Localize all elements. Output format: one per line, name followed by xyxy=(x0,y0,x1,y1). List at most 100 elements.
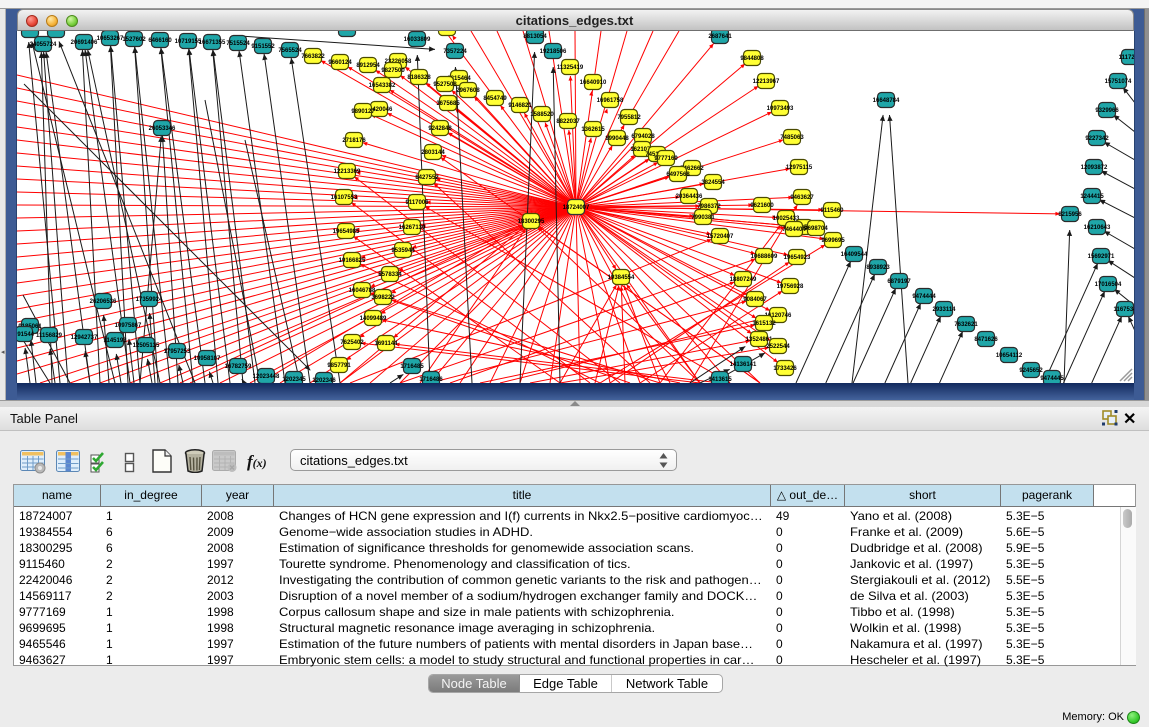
svg-text:6497568: 6497568 xyxy=(666,172,690,178)
svg-text:8938923: 8938923 xyxy=(866,265,890,271)
svg-text:8471626: 8471626 xyxy=(974,337,998,343)
svg-text:10958107: 10958107 xyxy=(194,356,221,362)
svg-text:9660124: 9660124 xyxy=(328,60,352,66)
svg-text:9151552: 9151552 xyxy=(251,44,275,50)
svg-text:14136141: 14136141 xyxy=(730,362,757,368)
svg-text:18807249: 18807249 xyxy=(730,277,757,283)
svg-text:18300295: 18300295 xyxy=(518,219,545,225)
svg-text:13524861: 13524861 xyxy=(746,337,773,343)
svg-text:11325419: 11325419 xyxy=(557,65,584,71)
svg-text:16543382: 16543382 xyxy=(369,83,396,89)
svg-text:8822037: 8822037 xyxy=(556,119,580,125)
svg-text:1145193: 1145193 xyxy=(103,338,127,344)
svg-text:7515524: 7515524 xyxy=(226,41,250,47)
svg-text:1244415: 1244415 xyxy=(1080,194,1104,200)
svg-text:12213967: 12213967 xyxy=(753,79,780,85)
svg-text:9857791: 9857791 xyxy=(327,363,351,369)
svg-text:7565524: 7565524 xyxy=(278,48,302,54)
svg-text:2718176: 2718176 xyxy=(342,138,366,144)
svg-text:6879197: 6879197 xyxy=(887,279,911,285)
svg-text:9146821: 9146821 xyxy=(508,103,532,109)
svg-text:17359924: 17359924 xyxy=(136,297,163,303)
svg-text:1716485: 1716485 xyxy=(400,364,424,370)
svg-text:9242848: 9242848 xyxy=(428,126,452,132)
svg-text:19654923: 19654923 xyxy=(784,255,811,261)
svg-text:19218506: 19218506 xyxy=(540,49,567,55)
svg-text:7663822: 7663822 xyxy=(301,54,325,60)
svg-text:16409544: 16409544 xyxy=(841,252,868,258)
svg-text:8454749: 8454749 xyxy=(483,96,507,102)
svg-text:1588520: 1588520 xyxy=(530,112,554,118)
svg-text:1362615: 1362615 xyxy=(581,127,605,133)
svg-text:9227342: 9227342 xyxy=(1085,136,1109,142)
svg-text:7485063: 7485063 xyxy=(780,135,804,141)
svg-text:15692971: 15692971 xyxy=(1088,254,1115,260)
svg-text:9329966: 9329966 xyxy=(1095,108,1119,114)
svg-text:12213369: 12213369 xyxy=(334,169,361,175)
svg-text:19384554: 19384554 xyxy=(608,275,635,281)
svg-text:16210643: 16210643 xyxy=(1084,225,1111,231)
svg-text:9084067: 9084067 xyxy=(743,297,767,303)
svg-text:9777169: 9777169 xyxy=(654,156,678,162)
svg-text:12505135: 12505135 xyxy=(133,343,160,349)
svg-text:9474445: 9474445 xyxy=(1040,376,1064,382)
svg-text:7990381: 7990381 xyxy=(691,215,715,221)
svg-text:9827500: 9827500 xyxy=(381,68,405,74)
svg-text:17957253: 17957253 xyxy=(164,349,191,355)
svg-text:16046788: 16046788 xyxy=(349,288,376,294)
svg-text:12093872: 12093872 xyxy=(1081,165,1108,171)
svg-text:16267130: 16267130 xyxy=(399,225,426,231)
svg-text:19166825: 19166825 xyxy=(339,258,366,264)
svg-text:16033809: 16033809 xyxy=(404,37,431,43)
svg-text:6794028: 6794028 xyxy=(631,134,655,140)
svg-text:3824554: 3824554 xyxy=(701,180,725,186)
svg-text:16648784: 16648784 xyxy=(873,98,900,104)
svg-text:8990448: 8990448 xyxy=(605,136,629,142)
svg-text:9699695: 9699695 xyxy=(821,238,845,244)
svg-text:9115460: 9115460 xyxy=(820,208,844,214)
svg-text:3698222: 3698222 xyxy=(371,295,395,301)
svg-text:8215956: 8215956 xyxy=(1058,212,1082,218)
svg-text:16671355: 16671355 xyxy=(199,40,226,46)
svg-text:16782759: 16782759 xyxy=(225,364,252,370)
svg-text:7632621: 7632621 xyxy=(954,322,978,328)
svg-text:8813054: 8813054 xyxy=(523,34,547,40)
svg-text:9535944: 9535944 xyxy=(391,248,415,254)
svg-text:8912954: 8912954 xyxy=(356,63,380,69)
svg-text:16640910: 16640910 xyxy=(580,80,607,86)
svg-text:8427552: 8427552 xyxy=(415,175,439,181)
svg-text:2687641: 2687641 xyxy=(708,34,732,40)
svg-text:1691144: 1691144 xyxy=(374,341,398,347)
svg-text:391544: 391544 xyxy=(17,332,35,338)
svg-text:9890127: 9890127 xyxy=(351,109,375,115)
svg-text:1733426: 1733426 xyxy=(773,366,797,372)
svg-text:26206536: 26206536 xyxy=(90,299,117,305)
svg-text:19756928: 19756928 xyxy=(777,284,804,290)
svg-text:7464404: 7464404 xyxy=(782,227,806,233)
svg-text:1615132: 1615132 xyxy=(752,321,776,327)
svg-text:9474444: 9474444 xyxy=(912,294,936,300)
svg-text:7625402: 7625402 xyxy=(340,340,364,346)
svg-text:14099489: 14099489 xyxy=(360,316,387,322)
svg-text:2522544: 2522544 xyxy=(766,344,790,350)
svg-text:10654112: 10654112 xyxy=(996,353,1023,359)
svg-text:17016504: 17016504 xyxy=(1095,282,1122,288)
svg-text:20691406: 20691406 xyxy=(71,40,98,46)
svg-text:2803144: 2803144 xyxy=(421,150,445,156)
svg-text:3822037: 3822037 xyxy=(435,31,459,32)
svg-text:1117234: 1117234 xyxy=(1119,55,1134,61)
svg-text:15751074: 15751074 xyxy=(1105,79,1132,85)
svg-text:2933114: 2933114 xyxy=(932,307,956,313)
svg-text:1527602: 1527602 xyxy=(122,37,146,43)
svg-text:12023448: 12023448 xyxy=(253,374,280,380)
svg-text:9117006: 9117006 xyxy=(405,200,429,206)
svg-text:7955812: 7955812 xyxy=(617,115,641,121)
svg-text:12942737: 12942737 xyxy=(71,335,98,341)
svg-text:9527508: 9527508 xyxy=(433,82,457,88)
svg-text:15720407: 15720407 xyxy=(707,234,734,240)
svg-text:10688609: 10688609 xyxy=(751,254,778,260)
svg-text:8578334: 8578334 xyxy=(378,272,402,278)
svg-text:10653267: 10653267 xyxy=(97,36,124,42)
svg-text:26053346: 26053346 xyxy=(149,126,176,132)
svg-text:7357224: 7357224 xyxy=(443,49,467,55)
